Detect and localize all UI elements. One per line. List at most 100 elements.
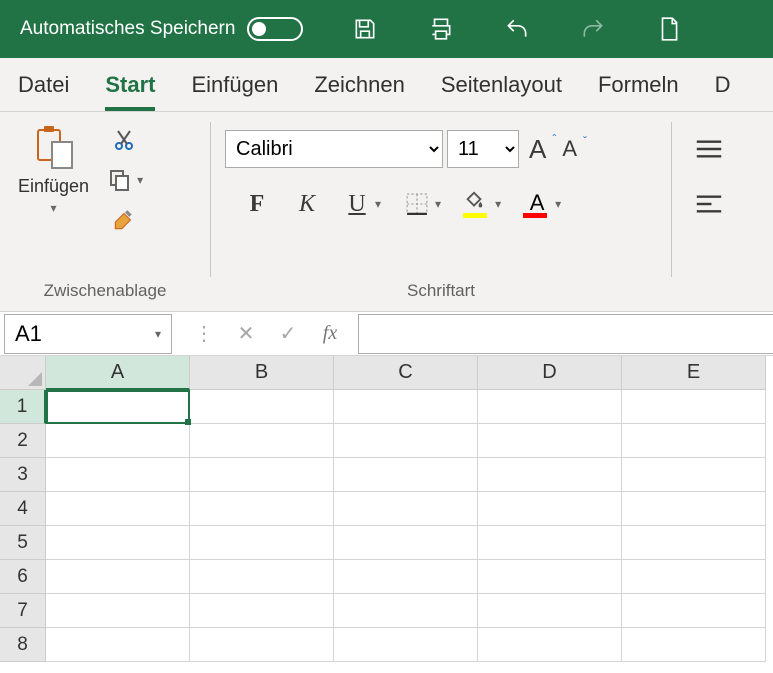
chevron-down-icon[interactable]: ▾ [555, 197, 561, 211]
cell[interactable] [622, 560, 766, 594]
cell[interactable] [46, 594, 190, 628]
underline-button[interactable]: U [343, 190, 371, 218]
cell[interactable] [478, 628, 622, 662]
cell[interactable] [334, 458, 478, 492]
cell[interactable] [46, 424, 190, 458]
new-file-icon[interactable] [655, 15, 683, 43]
cell[interactable] [46, 628, 190, 662]
chevron-down-icon[interactable]: ▾ [375, 197, 381, 211]
select-all-corner[interactable] [0, 356, 46, 390]
column-header[interactable]: B [190, 356, 334, 390]
title-bar: Automatisches Speichern [0, 0, 773, 58]
borders-button[interactable] [403, 190, 431, 218]
tab-einfuegen[interactable]: Einfügen [191, 60, 278, 110]
paste-button[interactable]: Einfügen ▾ [14, 120, 93, 219]
cell[interactable] [190, 594, 334, 628]
cell[interactable] [190, 628, 334, 662]
cell[interactable] [622, 390, 766, 424]
undo-icon[interactable] [503, 15, 531, 43]
column-header[interactable]: C [334, 356, 478, 390]
cell[interactable] [46, 492, 190, 526]
chevron-down-icon[interactable]: ▾ [137, 173, 143, 187]
enter-icon[interactable]: ✓ [268, 314, 308, 354]
bold-button[interactable]: F [243, 190, 271, 218]
column-header[interactable]: E [622, 356, 766, 390]
cell[interactable] [334, 390, 478, 424]
print-icon[interactable] [427, 15, 455, 43]
font-color-button[interactable]: A [523, 190, 551, 218]
chevron-down-icon: ▾ [51, 201, 57, 215]
cell[interactable] [334, 594, 478, 628]
tab-truncated[interactable]: D [715, 60, 731, 110]
cell[interactable] [622, 492, 766, 526]
tab-formeln[interactable]: Formeln [598, 60, 679, 110]
redo-icon[interactable] [579, 15, 607, 43]
cell[interactable] [46, 526, 190, 560]
spreadsheet-grid: 1 2 3 4 5 6 7 8 A B C D E [0, 356, 773, 662]
tab-seitenlayout[interactable]: Seitenlayout [441, 60, 562, 110]
cell[interactable] [190, 526, 334, 560]
cell[interactable] [622, 424, 766, 458]
cell[interactable] [478, 458, 622, 492]
chevron-down-icon[interactable]: ▾ [155, 327, 161, 341]
cell[interactable] [478, 594, 622, 628]
cell[interactable] [46, 458, 190, 492]
cell[interactable] [622, 628, 766, 662]
cell[interactable] [478, 526, 622, 560]
cell[interactable] [190, 458, 334, 492]
cell[interactable] [478, 424, 622, 458]
row-header[interactable]: 2 [0, 424, 46, 458]
align-left-icon[interactable] [694, 193, 720, 220]
more-icon[interactable]: ⋮ [184, 314, 224, 354]
cancel-icon[interactable]: ✕ [226, 314, 266, 354]
cell[interactable] [622, 458, 766, 492]
cell[interactable] [622, 526, 766, 560]
row-header[interactable]: 6 [0, 560, 46, 594]
cell[interactable] [478, 492, 622, 526]
cell[interactable] [334, 492, 478, 526]
format-painter-icon[interactable] [110, 206, 138, 234]
cell[interactable] [190, 390, 334, 424]
tab-zeichnen[interactable]: Zeichnen [314, 60, 405, 110]
align-top-icon[interactable] [694, 138, 720, 165]
cell[interactable] [334, 526, 478, 560]
fx-icon[interactable]: fx [310, 314, 350, 354]
cell[interactable] [334, 424, 478, 458]
shrink-font-button[interactable]: Aˇ [556, 136, 583, 162]
save-icon[interactable] [351, 15, 379, 43]
chevron-down-icon[interactable]: ▾ [495, 197, 501, 211]
tab-datei[interactable]: Datei [18, 60, 69, 110]
cell[interactable] [46, 560, 190, 594]
name-box-value: A1 [15, 321, 42, 347]
cell[interactable] [190, 492, 334, 526]
formula-input[interactable] [358, 314, 773, 354]
autosave-toggle[interactable] [247, 17, 303, 41]
grow-font-button[interactable]: Aˆ [523, 134, 552, 165]
tab-start[interactable]: Start [105, 60, 155, 110]
cell[interactable] [334, 560, 478, 594]
column-header[interactable]: D [478, 356, 622, 390]
cut-icon[interactable] [110, 126, 138, 154]
row-header[interactable]: 4 [0, 492, 46, 526]
font-name-select[interactable]: Calibri [225, 130, 443, 168]
cell[interactable] [190, 424, 334, 458]
row-header[interactable]: 8 [0, 628, 46, 662]
row-header[interactable]: 3 [0, 458, 46, 492]
cell[interactable] [46, 390, 190, 424]
cell[interactable] [622, 594, 766, 628]
row-header[interactable]: 5 [0, 526, 46, 560]
column-header[interactable]: A [46, 356, 190, 390]
copy-icon[interactable] [105, 166, 133, 194]
row-header[interactable]: 1 [0, 390, 46, 424]
font-size-select[interactable]: 11 [447, 130, 519, 168]
cell[interactable] [478, 390, 622, 424]
ribbon: Einfügen ▾ ▾ Zwischenablage [0, 112, 773, 312]
cell[interactable] [478, 560, 622, 594]
cell[interactable] [190, 560, 334, 594]
italic-button[interactable]: K [293, 190, 321, 218]
name-box[interactable]: A1 ▾ [4, 314, 172, 354]
row-header[interactable]: 7 [0, 594, 46, 628]
cell[interactable] [334, 628, 478, 662]
chevron-down-icon[interactable]: ▾ [435, 197, 441, 211]
fill-color-button[interactable] [463, 190, 491, 218]
